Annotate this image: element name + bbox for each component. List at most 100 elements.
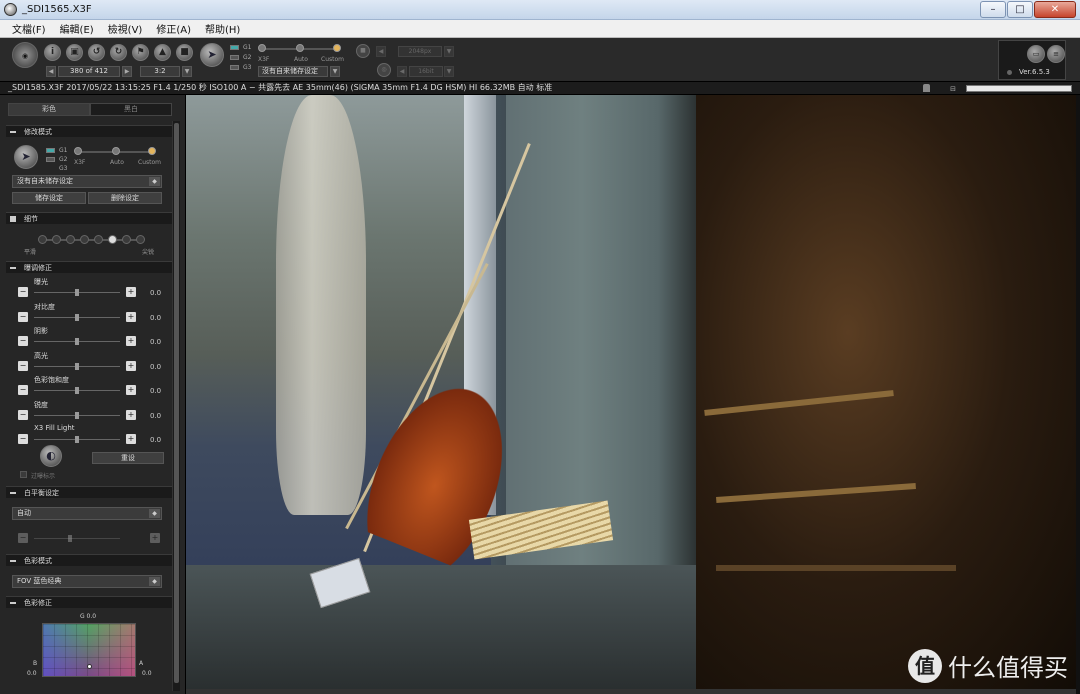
preset-mode-icon[interactable]: ➤ <box>14 145 38 169</box>
highlight-slider-thumb[interactable] <box>75 363 79 370</box>
sharpness-slider-thumb[interactable] <box>75 412 79 419</box>
tab-color[interactable]: 彩色 <box>8 103 90 116</box>
menu-view[interactable]: 檢視(V) <box>108 21 143 36</box>
color-correction-handle[interactable] <box>87 664 92 669</box>
bitdepth-field[interactable]: 16bit <box>409 66 443 77</box>
menu-adjust[interactable]: 修正(A) <box>156 21 191 36</box>
output-size-field[interactable]: 2048px <box>398 46 442 57</box>
sharpness-increase-button[interactable]: + <box>126 410 136 420</box>
preset-x3f-dot[interactable] <box>74 147 82 155</box>
g2-indicator[interactable] <box>46 157 55 162</box>
section-color-mode[interactable]: 色彩模式 <box>6 554 172 566</box>
reset-button[interactable]: 重设 <box>92 452 164 464</box>
wb-increase-button[interactable]: + <box>150 533 160 543</box>
compare-icon[interactable]: ▭ <box>1027 45 1045 63</box>
camera-icon[interactable]: ▣ <box>66 44 83 61</box>
preview-horizontal-scrollbar[interactable] <box>186 689 1076 694</box>
aspect-ratio-dropdown-button[interactable]: ▼ <box>182 66 192 77</box>
saturation-increase-button[interactable]: + <box>126 385 136 395</box>
contrast-increase-button[interactable]: + <box>126 312 136 322</box>
fill-light-increase-button[interactable]: + <box>126 434 136 444</box>
fill-light-decrease-button[interactable]: − <box>18 434 28 444</box>
contrast-decrease-button[interactable]: − <box>18 312 28 322</box>
menu-help[interactable]: 帮助(H) <box>205 21 240 36</box>
section-modify-mode[interactable]: 修改模式 <box>6 125 172 137</box>
wb-slider-track[interactable] <box>34 538 120 539</box>
shadow-increase-button[interactable]: + <box>126 336 136 346</box>
fill-light-slider-thumb[interactable] <box>75 436 79 443</box>
preset-mode-icon[interactable]: ➤ <box>200 43 224 67</box>
exposure-decrease-button[interactable]: − <box>18 287 28 297</box>
image-preview[interactable]: 值 什么值得买 <box>186 95 1076 689</box>
preset-custom-dot[interactable] <box>333 44 341 52</box>
detail-step-1[interactable] <box>38 235 47 244</box>
preset-x3f-dot[interactable] <box>258 44 266 52</box>
histogram-icon[interactable]: ◐ <box>40 445 62 467</box>
maximize-button[interactable]: □ <box>1007 1 1033 18</box>
saturation-slider-thumb[interactable] <box>75 387 79 394</box>
aspect-ratio-field[interactable]: 3:2 <box>140 66 180 77</box>
g2-indicator[interactable] <box>230 55 239 60</box>
preset-custom-dot[interactable] <box>148 147 156 155</box>
rotate-left-icon[interactable]: ↺ <box>88 44 105 61</box>
detail-step-4[interactable] <box>80 235 89 244</box>
highlight-increase-button[interactable]: + <box>126 361 136 371</box>
exposure-increase-button[interactable]: + <box>126 287 136 297</box>
bitdepth-icon[interactable]: ◎ <box>377 63 391 77</box>
section-color-correction[interactable]: 色彩修正 <box>6 596 172 608</box>
tab-monochrome[interactable]: 黑白 <box>90 103 172 116</box>
wb-decrease-button[interactable]: − <box>18 533 28 543</box>
detail-step-5[interactable] <box>94 235 103 244</box>
preset-auto-dot[interactable] <box>296 44 304 52</box>
section-exposure[interactable]: 曝调修正 <box>6 261 172 273</box>
preset-auto-dot[interactable] <box>112 147 120 155</box>
menu-icon[interactable]: ≡ <box>1047 45 1065 63</box>
bitdepth-prev-button[interactable]: ◀ <box>397 66 407 77</box>
g1-indicator[interactable] <box>230 45 239 50</box>
shadow-slider-thumb[interactable] <box>75 338 79 345</box>
saturation-decrease-button[interactable]: − <box>18 385 28 395</box>
sharpness-decrease-button[interactable]: − <box>18 410 28 420</box>
detail-step-3[interactable] <box>66 235 75 244</box>
next-image-button[interactable]: ▶ <box>122 66 132 77</box>
wb-slider-thumb[interactable] <box>68 535 72 542</box>
exposure-slider-thumb[interactable] <box>75 289 79 296</box>
overexposure-checkbox[interactable] <box>20 471 27 478</box>
color-mode-dropdown[interactable]: FOV 蓝色经典 ◆ <box>12 575 162 588</box>
prev-image-button[interactable]: ◀ <box>46 66 56 77</box>
detail-step-7[interactable] <box>122 235 131 244</box>
lock-icon[interactable]: ▲ <box>154 44 171 61</box>
flag-icon[interactable]: ⚑ <box>132 44 149 61</box>
size-dropdown-caret[interactable]: ▼ <box>444 46 454 57</box>
minimize-button[interactable]: – <box>980 1 1006 18</box>
white-balance-dropdown[interactable]: 自动 ◆ <box>12 507 162 520</box>
panel-scrollbar[interactable] <box>172 121 180 691</box>
detail-step-8[interactable] <box>136 235 145 244</box>
g3-indicator[interactable] <box>230 65 239 70</box>
preset-dropdown[interactable]: 沒有自来储存设定 <box>258 66 328 77</box>
rotate-right-icon[interactable]: ↻ <box>110 44 127 61</box>
shadow-decrease-button[interactable]: − <box>18 336 28 346</box>
delete-preset-button[interactable]: 删除设定 <box>88 192 162 204</box>
preset-dropdown[interactable]: 沒有自未储存设定 ◆ <box>12 175 162 188</box>
menu-file[interactable]: 文檔(F) <box>12 21 46 36</box>
close-button[interactable]: ✕ <box>1034 1 1076 18</box>
highlight-decrease-button[interactable]: − <box>18 361 28 371</box>
save-preset-button[interactable]: 储存设定 <box>12 192 86 204</box>
stop-icon[interactable]: ■ <box>356 44 370 58</box>
preset-dropdown-caret[interactable]: ▼ <box>330 66 340 77</box>
contrast-slider-thumb[interactable] <box>75 314 79 321</box>
section-detail[interactable]: 细节 <box>6 212 172 224</box>
badge-icon: ⊟ <box>950 85 956 93</box>
detail-step-2[interactable] <box>52 235 61 244</box>
size-prev-button[interactable]: ◀ <box>376 46 386 57</box>
menu-edit[interactable]: 編輯(E) <box>60 21 94 36</box>
info-icon[interactable]: i <box>44 44 61 61</box>
color-correction-grid[interactable] <box>42 623 136 677</box>
bitdepth-dropdown-caret[interactable]: ▼ <box>444 66 454 77</box>
section-white-balance[interactable]: 白平衡设定 <box>6 486 172 498</box>
detail-step-6[interactable] <box>108 235 117 244</box>
trash-icon[interactable]: ■ <box>176 44 193 61</box>
sigma-logo-icon[interactable]: ◉ <box>12 42 38 68</box>
g1-indicator[interactable] <box>46 148 55 153</box>
